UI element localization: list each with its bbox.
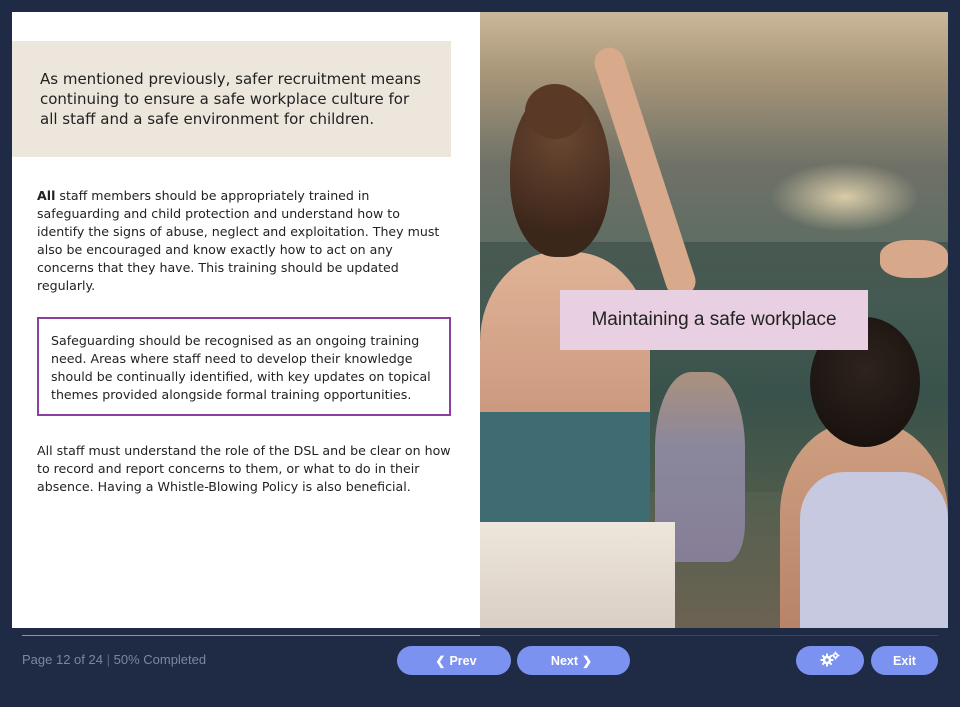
intro-text: As mentioned previously, safer recruitme…: [40, 70, 421, 128]
hair-bun: [525, 84, 585, 139]
page-status: Page 12 of 24 | 50% Completed: [22, 652, 206, 667]
status-separator: |: [106, 652, 110, 667]
progress-bar: [22, 635, 938, 636]
photo-caption: Maintaining a safe workplace: [560, 290, 868, 350]
chevron-left-icon: ❮: [435, 653, 446, 668]
progress-fill: [22, 635, 480, 636]
prev-label: Prev: [449, 653, 477, 668]
reaching-hand: [880, 240, 948, 278]
page-number: Page 12 of 24: [22, 652, 103, 667]
text-column: As mentioned previously, safer recruitme…: [12, 12, 480, 628]
exit-label: Exit: [893, 653, 916, 668]
prev-button[interactable]: ❮ Prev: [397, 646, 511, 675]
training-paragraph-bold: All: [37, 188, 56, 203]
gears-icon: [820, 651, 840, 670]
chevron-right-icon: ❯: [582, 653, 593, 668]
training-paragraph-text: staff members should be appropriately tr…: [37, 188, 440, 293]
photo-caption-text: Maintaining a safe workplace: [591, 309, 837, 330]
child-leotard: [800, 472, 948, 628]
slide-content: As mentioned previously, safer recruitme…: [12, 12, 948, 628]
next-label: Next: [550, 653, 579, 668]
callout-text: Safeguarding should be recognised as an …: [51, 333, 431, 402]
next-button[interactable]: Next ❯: [517, 646, 630, 675]
training-paragraph: All staff members should be appropriatel…: [37, 187, 447, 295]
dancer-leotard: [480, 412, 650, 532]
light-glow: [770, 162, 920, 232]
player-footer: Page 12 of 24 | 50% Completed ❮ Prev Nex…: [0, 628, 960, 707]
exit-button[interactable]: Exit: [871, 646, 938, 675]
callout-box: Safeguarding should be recognised as an …: [37, 317, 451, 416]
completion-text: 50% Completed: [113, 652, 207, 667]
intro-panel: As mentioned previously, safer recruitme…: [12, 41, 451, 157]
dsl-paragraph: All staff must understand the role of th…: [37, 443, 451, 494]
dancer-skirt: [480, 522, 675, 628]
settings-button[interactable]: [796, 646, 864, 675]
